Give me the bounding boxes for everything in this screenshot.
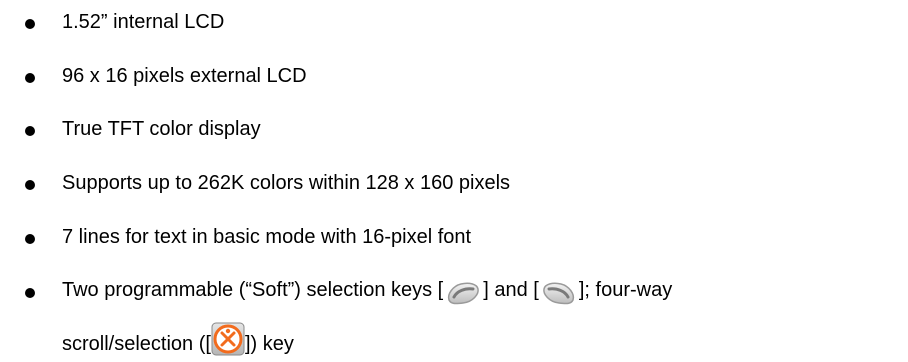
list-item-text: Supports up to 262K colors within 128 x … — [62, 172, 511, 194]
bullet-icon — [25, 180, 35, 190]
navigation-key-icon — [211, 322, 245, 356]
list-item-text: 7 lines for text in basic mode with 16-p… — [62, 226, 472, 248]
bullet-icon — [25, 73, 35, 83]
list-item-text: True TFT color display — [62, 118, 261, 140]
soft-keys-text-end: ]; four-way — [578, 279, 673, 301]
bullet-icon — [25, 288, 35, 298]
bullet-icon — [25, 234, 35, 244]
list-item-text: 1.52” internal LCD — [62, 11, 225, 33]
soft-keys-text-and: ] and [ — [483, 279, 539, 301]
soft-keys-text-start: Two programmable (“Soft”) selection keys… — [62, 279, 444, 301]
bullet-icon — [25, 126, 35, 136]
left-soft-key-icon — [443, 276, 483, 308]
list-item-text-continued: scroll/selection ([ ]) key — [62, 322, 294, 356]
bullet-icon — [25, 19, 35, 29]
scroll-text-start: scroll/selection ([ — [62, 333, 211, 355]
feature-list: 1.52” internal LCD 96 x 16 pixels extern… — [0, 0, 908, 358]
scroll-text-end: ]) key — [244, 333, 294, 355]
list-item-text: 96 x 16 pixels external LCD — [62, 65, 307, 87]
list-item-text: Two programmable (“Soft”) selection keys… — [62, 276, 672, 308]
right-soft-key-icon — [539, 276, 579, 308]
